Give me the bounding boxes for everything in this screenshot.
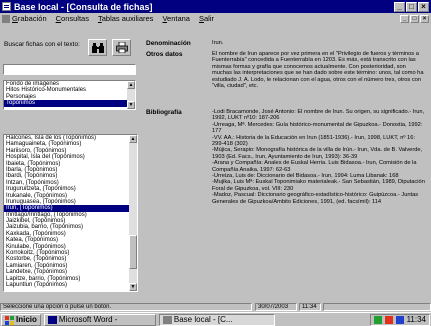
tray-clock: 11:34 [406, 315, 426, 324]
search-button[interactable] [88, 39, 107, 56]
start-label: Inicio [16, 315, 37, 324]
taskbar-item-base-local[interactable]: Base local - [C... [158, 313, 275, 326]
menu-ventana[interactable]: Ventana [162, 14, 190, 23]
volume-icon[interactable] [395, 315, 404, 324]
menu-tablas-auxiliares[interactable]: Tablas auxiliares [98, 14, 153, 23]
maximize-button[interactable]: □ [406, 1, 417, 12]
bibliografia-label: Bibliografía [146, 109, 182, 116]
otros-datos-value: El nombre de Irun aparece por vez primer… [212, 51, 424, 90]
system-tray: 11:34 [369, 313, 430, 326]
network-icon[interactable] [373, 315, 382, 324]
status-message: Seleccione una opción o pulse un botón. [0, 302, 252, 311]
category-list[interactable]: Fondo de imágenes Hitos Histórico-Monume… [3, 80, 136, 110]
child-minimize-button[interactable]: _ [400, 14, 409, 23]
word-icon [47, 315, 57, 324]
status-date: 30/07/2003 [255, 302, 297, 311]
app-icon [162, 315, 172, 324]
printer-icon [115, 42, 128, 53]
minimize-button[interactable]: _ [394, 1, 405, 12]
denominacion-value: Irun. [212, 40, 224, 46]
search-label: Buscar fichas con el texto: [4, 41, 80, 48]
consulta-fichas-form: Buscar fichas con el texto: Fondo de imá… [0, 24, 431, 300]
scroll-up-arrow-icon[interactable]: ▲ [127, 81, 135, 89]
taskbar-item-label: Base local - [C... [173, 315, 233, 324]
child-window-controls: _ □ × [400, 14, 429, 23]
menu-grabacion[interactable]: Grabación [12, 14, 47, 23]
list-item[interactable]: Lapuntlun (Topónimos) [4, 282, 137, 288]
status-spare [323, 302, 431, 311]
category-scrollbar[interactable]: ▲ ▼ [127, 81, 135, 109]
windows-logo-icon [5, 315, 14, 325]
scroll-thumb[interactable] [129, 235, 137, 269]
denominacion-label: Denominación [146, 40, 191, 47]
scroll-up-arrow-icon[interactable]: ▲ [129, 135, 137, 143]
scroll-down-arrow-icon[interactable]: ▼ [127, 101, 135, 109]
search-input[interactable] [3, 64, 136, 75]
antivirus-icon[interactable] [384, 315, 393, 324]
binoculars-icon [91, 42, 104, 53]
window-controls: _ □ × [394, 1, 429, 12]
category-item-selected[interactable]: Topónimos [4, 100, 135, 107]
menu-consultas[interactable]: Consultas [56, 14, 89, 23]
menu-bar: Grabación Consultas Tablas auxiliares Ve… [0, 13, 431, 24]
otros-datos-label: Otros datos [146, 51, 183, 58]
child-close-button[interactable]: × [420, 14, 429, 23]
results-scrollbar[interactable]: ▲ ▼ [129, 135, 137, 291]
taskbar-item-label: Microsoft Word - [58, 315, 118, 324]
results-list[interactable]: Halcones, Isla de los (Topónimos) Hamagu… [3, 134, 138, 292]
taskbar: Inicio Microsoft Word - Base local - [C.… [0, 312, 431, 326]
status-time: 11:34 [299, 302, 321, 311]
child-restore-button[interactable]: □ [410, 14, 419, 23]
start-button[interactable]: Inicio [1, 313, 41, 326]
bibliografia-value: -Lodi Bracamonde, José Antonio: El nombr… [212, 109, 425, 205]
app-icon[interactable] [2, 2, 11, 11]
scroll-down-arrow-icon[interactable]: ▼ [129, 283, 137, 291]
print-button[interactable] [112, 39, 131, 56]
close-button[interactable]: × [418, 1, 429, 12]
title-bar: Base local - [Consulta de fichas] _ □ × [0, 0, 431, 13]
status-bar: Seleccione una opción o pulse un botón. … [0, 302, 431, 311]
taskbar-item-word[interactable]: Microsoft Word - [43, 313, 156, 326]
document-icon[interactable] [2, 14, 10, 23]
window-title: Base local - [Consulta de fichas] [14, 1, 153, 12]
menu-salir[interactable]: Salir [199, 14, 214, 23]
